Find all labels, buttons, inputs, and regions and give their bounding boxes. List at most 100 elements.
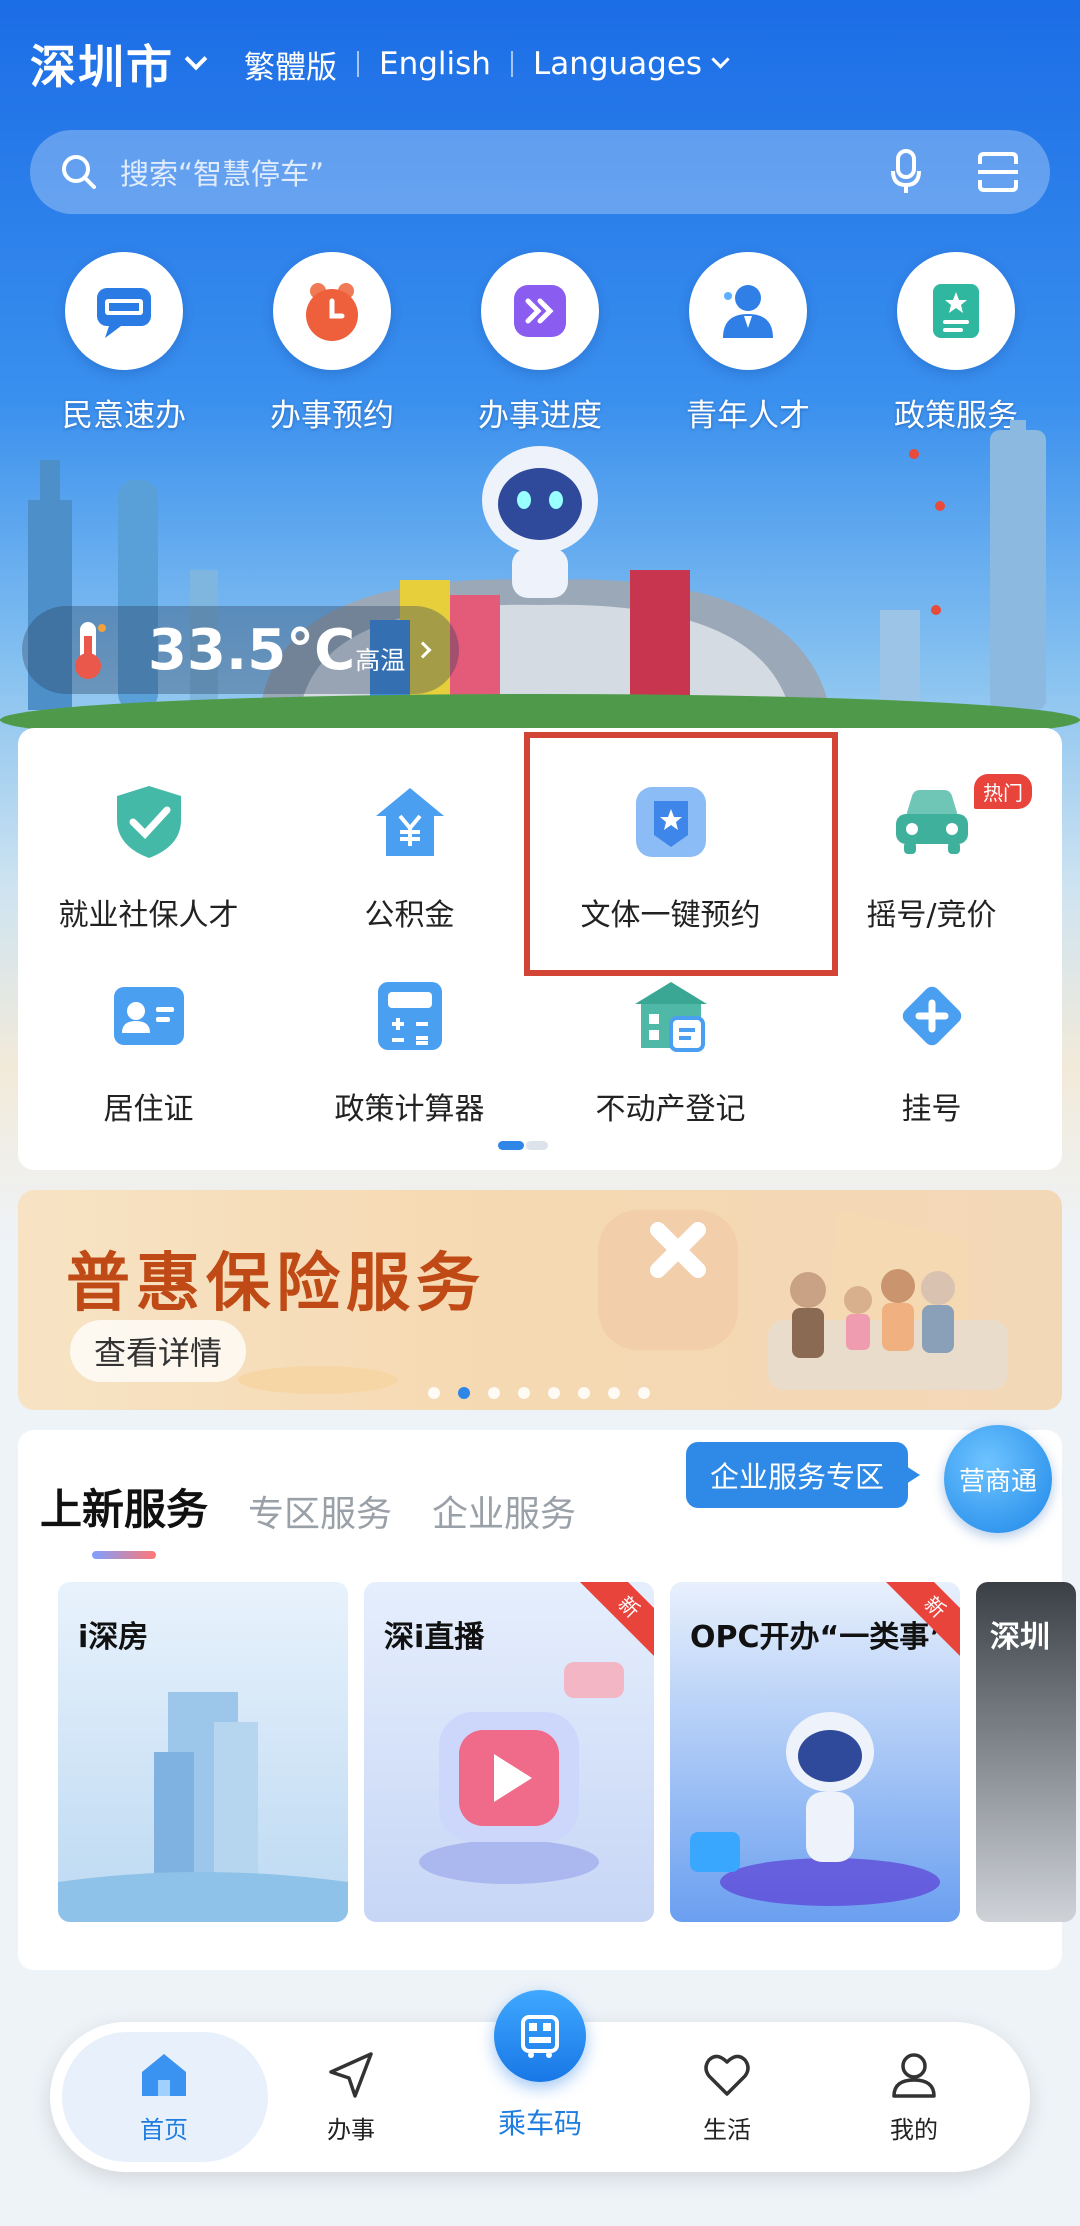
- quick-link-policy[interactable]: 政策服务: [866, 252, 1046, 435]
- page-dot: [578, 1387, 590, 1399]
- home-screen: 深圳市 繁體版 English Languages 搜索“智慧停车” 民意速办 …: [0, 0, 1080, 2226]
- service-card-shenzhen[interactable]: 深圳: [976, 1582, 1076, 1922]
- top-bar: 深圳市 繁體版 English Languages: [30, 34, 1050, 94]
- medical-plus-icon: [902, 986, 961, 1046]
- nav-label: 生活: [703, 2116, 751, 2144]
- service-card-title: 深圳: [990, 1620, 1050, 1655]
- service-row: 居住证 政策计算器 不动产登记 挂号: [18, 976, 1062, 1128]
- temperature-value: 33.5°C: [148, 617, 356, 683]
- new-services-cards: i深房 深i直播 新 OPC开办“一类事” 新 深圳: [58, 1582, 1076, 1922]
- english-link[interactable]: English: [379, 46, 491, 82]
- traditional-chinese-link[interactable]: 繁體版: [244, 42, 337, 87]
- service-policy-calculator[interactable]: 政策计算器: [279, 976, 540, 1128]
- bus-qr-icon: [521, 2015, 559, 2058]
- chevron-down-icon: [711, 49, 730, 69]
- page-dot: [548, 1387, 560, 1399]
- quick-links: 民意速办 办事预约 办事进度 青年人才 政策服务: [0, 252, 1080, 435]
- service-real-estate-registration[interactable]: 不动产登记: [540, 976, 801, 1128]
- quick-link-appointment[interactable]: 办事预约: [242, 252, 422, 435]
- page-dot: [518, 1387, 530, 1399]
- quick-link-progress[interactable]: 办事进度: [450, 252, 630, 435]
- shield-check-icon: [116, 786, 181, 858]
- nav-life[interactable]: 生活: [652, 2050, 802, 2145]
- home-icon: [142, 2054, 186, 2096]
- service-residence-permit[interactable]: 居住证: [18, 976, 279, 1128]
- nav-label: 办事: [327, 2116, 375, 2144]
- service-label: 挂号: [901, 1092, 962, 1127]
- navigation-arrow-icon: [329, 2052, 373, 2098]
- tab-zone-services[interactable]: 专区服务: [248, 1485, 392, 1537]
- page-dot: [488, 1387, 500, 1399]
- thermometer-icon: [75, 622, 106, 679]
- divider: [510, 51, 513, 77]
- insurance-banner[interactable]: 普惠保险服务 查看详情: [18, 1190, 1062, 1410]
- i-shenzhen-chat-icon: [97, 288, 151, 338]
- grid-page-indicator: [498, 1141, 548, 1150]
- service-housing-fund[interactable]: 公积金: [279, 782, 540, 934]
- service-card-title: 深i直播: [384, 1620, 485, 1655]
- service-card-ishenfang[interactable]: i深房: [58, 1582, 348, 1922]
- house-yuan-icon: [375, 788, 444, 856]
- service-card-title: OPC开办“一类事”: [690, 1620, 949, 1655]
- ride-code-button[interactable]: [494, 1990, 586, 2082]
- page-dot: [608, 1387, 620, 1399]
- service-card-opc[interactable]: OPC开办“一类事” 新: [670, 1582, 960, 1922]
- service-label: 公积金: [364, 898, 455, 933]
- ride-code-label: 乘车码: [497, 2107, 582, 2140]
- building-certificate-icon: [634, 982, 707, 1052]
- service-employment[interactable]: 就业社保人才: [18, 782, 279, 934]
- service-card-live[interactable]: 深i直播 新: [364, 1582, 654, 1922]
- progress-arrows-icon: [514, 285, 566, 337]
- highlight-box: [524, 732, 838, 976]
- page-dot: [428, 1387, 440, 1399]
- service-label: 居住证: [103, 1092, 194, 1127]
- weather-widget[interactable]: 33.5°C 高温: [22, 606, 460, 694]
- hot-badge: 热门: [974, 774, 1032, 809]
- quick-link-youth-talent[interactable]: 青年人才: [658, 252, 838, 435]
- languages-selector[interactable]: Languages: [532, 46, 730, 82]
- tab-enterprise-services[interactable]: 企业服务: [432, 1485, 576, 1537]
- languages-label: Languages: [532, 46, 703, 82]
- person-icon: [723, 285, 773, 338]
- car-icon: [895, 790, 968, 854]
- service-card-title: i深房: [78, 1620, 149, 1655]
- banner-page-indicator: [428, 1387, 668, 1399]
- page-dot: [638, 1387, 650, 1399]
- page-dot-active: [498, 1141, 524, 1150]
- service-label: 就业社保人才: [58, 898, 239, 933]
- calculator-icon: [377, 982, 442, 1050]
- microphone-icon[interactable]: [890, 149, 922, 195]
- nav-label: 首页: [140, 2116, 188, 2144]
- view-details-button[interactable]: 查看详情: [70, 1320, 247, 1382]
- chevron-right-icon: [414, 641, 432, 659]
- page-dot: [526, 1141, 548, 1150]
- new-services-tabs: 上新服务 专区服务 企业服务: [40, 1476, 616, 1559]
- page-dot-active: [458, 1387, 470, 1399]
- service-label: 政策计算器: [334, 1092, 485, 1127]
- nav-affairs[interactable]: 办事: [276, 2050, 426, 2145]
- user-icon: [892, 2053, 936, 2098]
- chevron-down-icon: [184, 47, 208, 71]
- service-lottery-bidding[interactable]: 热门 摇号/竞价: [801, 774, 1062, 934]
- service-label: 不动产登记: [595, 1092, 746, 1127]
- search-bar[interactable]: 搜索“智慧停车”: [30, 130, 1050, 214]
- city-name: 深圳市: [30, 40, 174, 94]
- business-zone-bubble[interactable]: 企业服务专区: [686, 1442, 921, 1508]
- service-hospital-registration[interactable]: 挂号: [801, 976, 1062, 1128]
- nav-home[interactable]: 首页: [89, 2050, 239, 2145]
- nav-label: 我的: [890, 2116, 938, 2144]
- policy-document-icon: [933, 284, 979, 338]
- search-input[interactable]: 搜索“智慧停车”: [120, 151, 890, 193]
- search-icon: [62, 155, 96, 189]
- temperature-level: 高温: [355, 646, 406, 675]
- city-selector[interactable]: 深圳市: [30, 31, 208, 97]
- nav-mine[interactable]: 我的: [839, 2050, 989, 2145]
- yingshangtong-button[interactable]: 营商通: [944, 1425, 1052, 1533]
- tab-new-services[interactable]: 上新服务: [40, 1476, 208, 1559]
- banner-title: 普惠保险服务: [66, 1247, 486, 1321]
- scan-icon[interactable]: [976, 150, 1020, 194]
- clock-icon: [306, 283, 358, 341]
- divider: [357, 51, 359, 77]
- heart-icon: [704, 2054, 750, 2096]
- quick-link-minyi[interactable]: 民意速办: [34, 252, 214, 435]
